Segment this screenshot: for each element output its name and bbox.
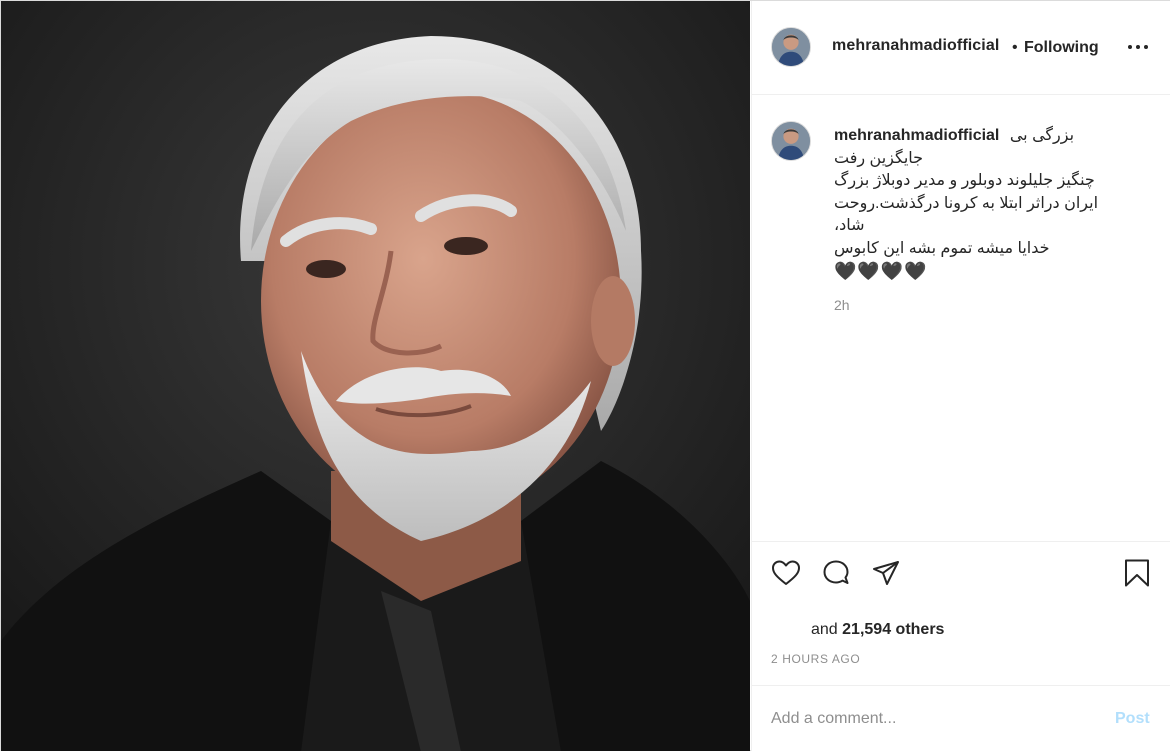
action-bar <box>752 541 1170 607</box>
likes-summary[interactable]: and 21,594 others <box>811 621 944 639</box>
caption-line: خدایا میشه تموم بشه این کابوس <box>834 239 1050 257</box>
likes-prefix: and <box>811 621 838 638</box>
post-caption: mehranahmadiofficial بزرگی بی جایگزین رف… <box>752 95 1170 541</box>
caption-line: ایران دراثر ابتلا به کرونا درگذشت.روحت <box>834 194 1099 212</box>
post-sidebar: mehranahmadiofficial • Following mehrana… <box>751 1 1170 751</box>
comment-bubble-icon[interactable] <box>819 556 853 590</box>
bookmark-icon[interactable] <box>1120 556 1154 590</box>
caption-avatar[interactable] <box>771 121 811 161</box>
caption-text: mehranahmadiofficial بزرگی بی جایگزین رف… <box>834 125 1154 283</box>
more-options-icon[interactable] <box>1126 35 1150 59</box>
likes-count[interactable]: 21,594 others <box>842 621 944 638</box>
comment-form: Post <box>752 685 1170 751</box>
black-heart-emojis: 🖤🖤🖤🖤 <box>834 261 928 281</box>
heart-outline-icon[interactable] <box>769 556 803 590</box>
caption-line: شاد، <box>834 217 865 234</box>
header-separator: • <box>1012 39 1018 56</box>
avatar[interactable] <box>771 27 811 67</box>
post-modal: mehranahmadiofficial • Following mehrana… <box>0 0 1170 751</box>
post-button[interactable]: Post <box>1115 710 1150 728</box>
avatar-image <box>772 28 810 66</box>
caption-line: جایگزین رفت <box>834 149 924 167</box>
post-timestamp[interactable]: 2 HOURS AGO <box>771 652 860 666</box>
following-button[interactable]: Following <box>1024 39 1099 57</box>
caption-username[interactable]: mehranahmadiofficial <box>834 127 999 144</box>
caption-line: بزرگی بی <box>1009 127 1075 144</box>
caption-line: چنگیز جلیلوند دوبلور و مدیر دوبلاژ بزرگ <box>834 172 1095 189</box>
post-header: mehranahmadiofficial • Following <box>752 1 1170 95</box>
header-username[interactable]: mehranahmadiofficial <box>832 37 999 55</box>
post-photo[interactable] <box>1 1 750 751</box>
comment-input[interactable] <box>771 706 1091 732</box>
caption-time[interactable]: 2h <box>834 297 850 313</box>
portrait-image <box>1 1 750 751</box>
avatar-image <box>772 122 810 160</box>
paper-plane-icon[interactable] <box>869 556 903 590</box>
